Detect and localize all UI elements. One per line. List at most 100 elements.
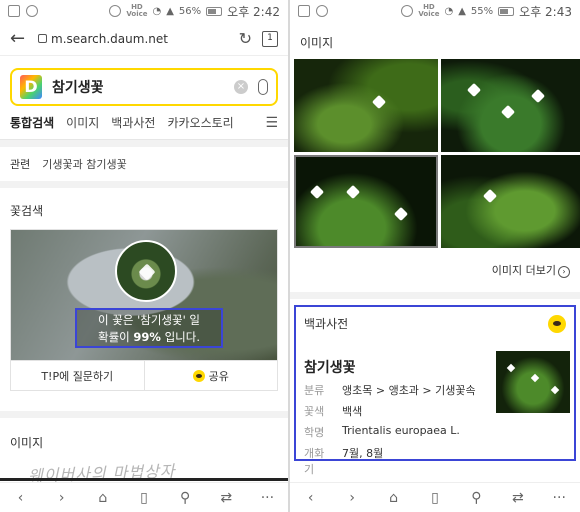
home-icon[interactable]: ⌂ [383, 490, 405, 506]
bookmark-icon[interactable]: ▯ [424, 490, 446, 506]
image-grid [294, 59, 580, 248]
flower-mark [393, 206, 409, 222]
more-icon[interactable]: ··· [256, 490, 278, 506]
ask-tip-button[interactable]: T!P에 질문하기 [11, 361, 144, 390]
horizontal-scrollbar [0, 478, 288, 481]
flower-mark [371, 94, 387, 110]
encyclopedia-card: 백과사전 참기생꽃 분류 앵초목 > 앵초과 > 기생꽃속 꽃색 백색 학명 Trie… [294, 305, 576, 476]
browser-bottom-nav: ‹ › ⌂ ▯ ⚲ ⇄ ··· [290, 482, 580, 512]
flower-mark [482, 188, 498, 204]
wifi-icon: ◔ [444, 5, 454, 17]
notification-icon [8, 5, 20, 17]
encyclopedia-thumbnail[interactable] [496, 351, 570, 413]
card-actions: T!P에 질문하기 공유 [11, 360, 277, 390]
browser-bottom-nav: ‹ › ⌂ ▯ ⚲ ⇄ ··· [0, 482, 288, 512]
tab-count-button[interactable]: 1 [262, 30, 278, 47]
flower-photo: 이 꽃은 '참기생꽃' 일 확률이 99% 입니다. [11, 230, 277, 360]
tab-encyclopedia[interactable]: 백과사전 [111, 114, 155, 131]
tab-integrated-search[interactable]: 통합검색 [10, 114, 54, 131]
share-icon[interactable]: ⇄ [215, 490, 237, 506]
section-divider [0, 140, 288, 147]
browser-url-bar: ← m.search.daum.net ↻ 1 [0, 22, 288, 56]
flower-thumbnail-circle [115, 240, 177, 302]
tab-kakaostory[interactable]: 카카오스토리 [167, 114, 233, 131]
flower-mark [530, 88, 546, 104]
filter-icon[interactable]: ☰ [261, 114, 278, 131]
images-section-title: 이미지 [0, 411, 288, 451]
section-divider [0, 181, 288, 188]
microphone-icon[interactable] [258, 79, 268, 95]
url-field[interactable]: m.search.daum.net [38, 32, 229, 46]
clear-icon[interactable]: × [234, 80, 248, 94]
daum-logo: D [20, 75, 42, 99]
flower-search-title: 꽃검색 [10, 204, 44, 218]
share-icon[interactable]: ⇄ [507, 490, 529, 506]
flower-mark [345, 184, 361, 200]
result-line-2: 확률이 99% 입니다. [98, 330, 200, 344]
result-line-1: 이 꽃은 '참기생꽃' 일 [98, 313, 200, 327]
flower-search-card: 이 꽃은 '참기생꽃' 일 확률이 99% 입니다. T!P에 질문하기 공유 [10, 229, 278, 391]
kakaotalk-share-icon[interactable] [548, 315, 566, 333]
hd-voice-icon: HD Voice [126, 3, 148, 18]
tab-images[interactable]: 이미지 [66, 114, 99, 131]
encyclopedia-header: 백과사전 [304, 315, 566, 333]
share-button[interactable]: 공유 [143, 361, 278, 390]
bookmark-icon[interactable]: ▯ [133, 490, 155, 506]
status-bar: HD Voice ◔ ▲ 56% 오후 2:42 [0, 0, 288, 22]
battery-percent: 56% [178, 5, 202, 17]
kakaotalk-icon [192, 369, 205, 382]
back-icon[interactable]: ‹ [10, 490, 32, 506]
back-icon[interactable]: ‹ [300, 490, 322, 506]
notification-icon [298, 5, 310, 17]
battery-icon [498, 6, 515, 16]
encyclopedia-title: 백과사전 [304, 317, 349, 331]
alarm-icon [401, 5, 414, 17]
sync-icon [316, 5, 328, 17]
clock: 오후 2:42 [227, 4, 280, 19]
clock: 오후 2:43 [519, 4, 572, 19]
signal-icon: ▲ [166, 5, 174, 17]
result-percent: 99% [133, 330, 161, 344]
image-thumbnail[interactable] [294, 59, 438, 152]
images-section-title: 이미지 [300, 36, 334, 50]
back-arrow-icon[interactable]: ← [10, 28, 28, 49]
image-thumbnail[interactable] [294, 155, 438, 248]
lock-icon [38, 34, 47, 43]
left-phone-screen: HD Voice ◔ ▲ 56% 오후 2:42 ← m.search.daum.… [0, 0, 288, 512]
flower-result-box: 이 꽃은 '참기생꽃' 일 확률이 99% 입니다. [75, 308, 223, 348]
reload-icon[interactable]: ↻ [239, 29, 252, 48]
more-images-link[interactable]: 이미지 더보기 › [290, 248, 580, 292]
battery-percent: 55% [470, 5, 494, 17]
sync-icon [26, 5, 38, 17]
search-box[interactable]: D 참기생꽃 × [10, 68, 278, 106]
search-icon[interactable]: ⚲ [174, 490, 196, 506]
related-searches: 관련 기생꽃과 참기생꽃 [0, 147, 288, 181]
signal-icon: ▲ [458, 5, 466, 17]
dict-row-bloom-period: 개화기 7월, 8월 [304, 447, 384, 476]
search-icon[interactable]: ⚲ [465, 490, 487, 506]
battery-icon [206, 6, 223, 16]
forward-icon[interactable]: › [51, 490, 73, 506]
more-icon[interactable]: ··· [548, 490, 570, 506]
url-text: m.search.daum.net [51, 31, 168, 46]
alarm-icon [109, 5, 122, 17]
flower-mark [500, 104, 516, 120]
related-link[interactable]: 기생꽃과 참기생꽃 [42, 156, 126, 172]
dict-row-scientific-name: 학명 Trientalis europaea L. [304, 424, 460, 439]
image-thumbnail[interactable] [441, 155, 580, 248]
screenshot-pair: HD Voice ◔ ▲ 56% 오후 2:42 ← m.search.daum.… [0, 0, 580, 512]
home-icon[interactable]: ⌂ [92, 490, 114, 506]
flower-mark [530, 373, 540, 383]
related-label: 관련 [10, 158, 31, 171]
right-phone-screen: HD Voice ◔ ▲ 55% 오후 2:43 이미지 이미지 더보기 › 백… [290, 0, 580, 512]
chevron-right-icon: › [558, 266, 570, 278]
flower-mark [506, 363, 516, 373]
forward-icon[interactable]: › [341, 490, 363, 506]
search-input[interactable]: 참기생꽃 [52, 77, 224, 97]
status-bar: HD Voice ◔ ▲ 55% 오후 2:43 [290, 0, 580, 22]
search-tabs: 통합검색 이미지 백과사전 카카오스토리 ☰ [0, 106, 288, 140]
image-thumbnail[interactable] [441, 59, 580, 152]
flower-mark [550, 385, 560, 395]
encyclopedia-section: 백과사전 참기생꽃 분류 앵초목 > 앵초과 > 기생꽃속 꽃색 백색 학명 Trie… [290, 292, 580, 476]
flower-mark [466, 82, 482, 98]
